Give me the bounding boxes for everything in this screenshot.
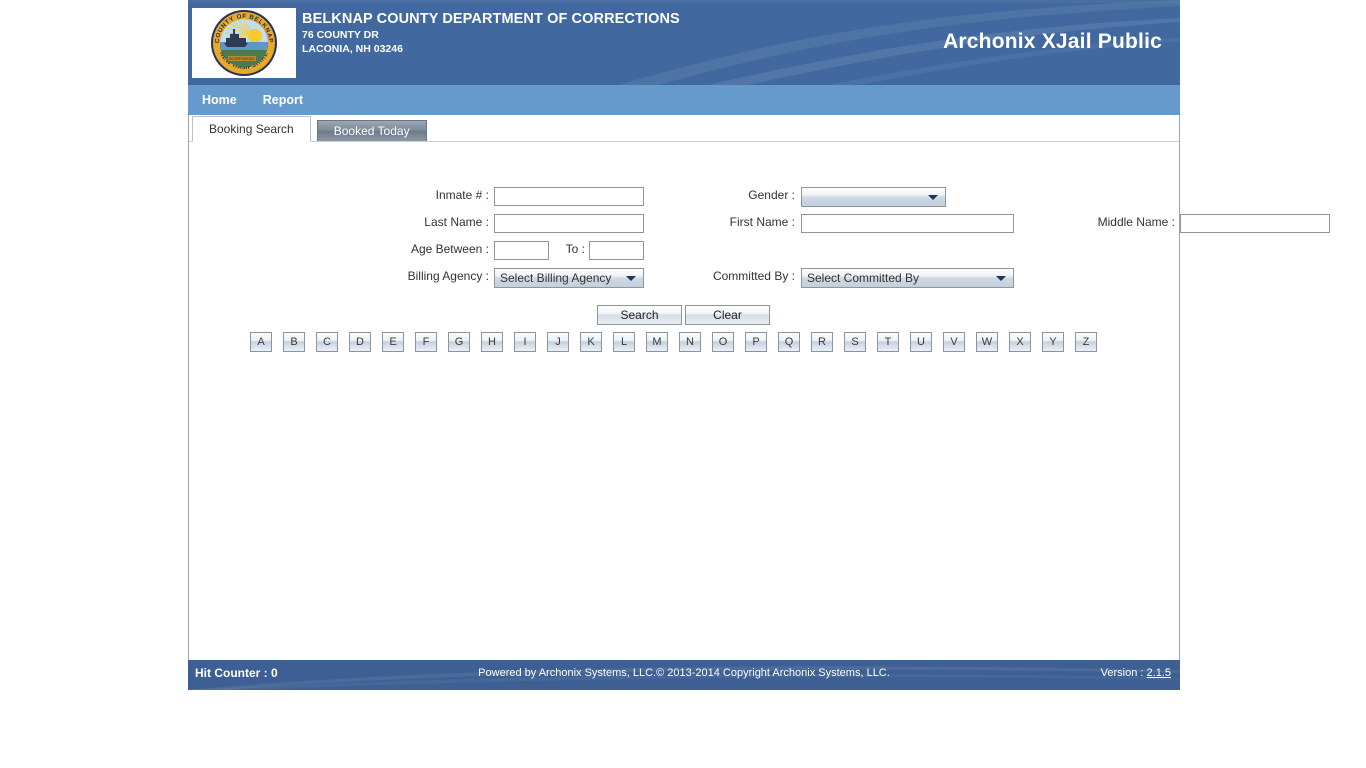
alpha-button-x[interactable]: X	[1009, 332, 1031, 352]
age-from-input[interactable]	[494, 241, 549, 260]
alpha-button-j[interactable]: J	[547, 332, 569, 352]
middle-name-label: Middle Name :	[1097, 215, 1175, 229]
tab-booked-today[interactable]: Booked Today	[316, 120, 427, 142]
version-info: Version : 2.1.5	[1101, 667, 1171, 679]
alpha-button-k[interactable]: K	[580, 332, 602, 352]
last-name-input[interactable]	[494, 214, 644, 233]
gender-label: Gender :	[748, 188, 795, 202]
alpha-button-s[interactable]: S	[844, 332, 866, 352]
alpha-button-m[interactable]: M	[646, 332, 668, 352]
nav-item-report[interactable]: Report	[263, 93, 303, 107]
page-container: COUNTY OF BELKNAP NEW HAMPSHIRE	[188, 0, 1330, 690]
alpha-button-h[interactable]: H	[481, 332, 503, 352]
seal-icon: COUNTY OF BELKNAP NEW HAMPSHIRE	[211, 10, 277, 76]
chevron-down-icon	[996, 276, 1006, 281]
middle-name-label-wrap: Middle Name :	[979, 215, 1175, 229]
alpha-button-z[interactable]: Z	[1075, 332, 1097, 352]
alpha-button-y[interactable]: Y	[1042, 332, 1064, 352]
application-title: Archonix XJail Public	[943, 30, 1162, 53]
organization-name: BELKNAP COUNTY DEPARTMENT OF CORRECTIONS	[302, 11, 680, 27]
county-seal-logo: COUNTY OF BELKNAP NEW HAMPSHIRE	[192, 8, 296, 78]
alpha-button-q[interactable]: Q	[778, 332, 800, 352]
organization-address-line2: LACONIA, NH 03246	[302, 43, 403, 55]
last-name-label: Last Name :	[424, 215, 489, 229]
chevron-down-icon	[928, 195, 938, 200]
age-to-input[interactable]	[589, 241, 644, 260]
alpha-button-l[interactable]: L	[613, 332, 635, 352]
first-name-label: First Name :	[729, 215, 795, 229]
powered-by-text: Powered by Archonix Systems, LLC.© 2013-…	[478, 667, 890, 679]
alpha-button-r[interactable]: R	[811, 332, 833, 352]
booking-search-panel: Inmate # : Gender : Last Name : First Na…	[189, 141, 1330, 660]
first-name-label-wrap: First Name :	[629, 215, 795, 229]
alpha-button-a[interactable]: A	[250, 332, 272, 352]
alpha-button-i[interactable]: I	[514, 332, 536, 352]
alpha-button-f[interactable]: F	[415, 332, 437, 352]
search-button[interactable]: Search	[597, 305, 682, 325]
last-name-label-wrap: Last Name :	[367, 215, 489, 229]
alpha-button-o[interactable]: O	[712, 332, 734, 352]
alpha-button-b[interactable]: B	[283, 332, 305, 352]
clear-button[interactable]: Clear	[685, 305, 770, 325]
alpha-button-d[interactable]: D	[349, 332, 371, 352]
alpha-button-n[interactable]: N	[679, 332, 701, 352]
site-header: COUNTY OF BELKNAP NEW HAMPSHIRE	[188, 0, 1180, 85]
content-area: Booking Search Booked Today Inmate # : G…	[188, 115, 1330, 660]
committed-by-select-value: Select Committed By	[807, 271, 920, 285]
seal-scene-art: INCORPORATED	[220, 19, 268, 67]
age-to-label: To :	[565, 242, 585, 256]
alpha-button-v[interactable]: V	[943, 332, 965, 352]
booking-search-form: Inmate # : Gender : Last Name : First Na…	[189, 142, 1330, 660]
age-between-label: Age Between :	[410, 242, 489, 256]
alpha-button-u[interactable]: U	[910, 332, 932, 352]
committed-by-label-wrap: Committed By :	[589, 269, 795, 283]
alpha-button-c[interactable]: C	[316, 332, 338, 352]
nav-item-home[interactable]: Home	[202, 93, 237, 107]
version-label: Version :	[1100, 667, 1147, 679]
organization-address-line1: 76 COUNTY DR	[302, 29, 379, 41]
site-footer: Hit Counter : 0 Powered by Archonix Syst…	[188, 660, 1180, 690]
version-number: 2.1.5	[1146, 667, 1171, 679]
inmate-number-label: Inmate # :	[435, 188, 489, 202]
alphabet-filter: A B C D E F G H I J K L M N O P Q R S T …	[250, 332, 1097, 352]
alpha-button-g[interactable]: G	[448, 332, 470, 352]
header-text-block: BELKNAP COUNTY DEPARTMENT OF CORRECTIONS…	[302, 10, 680, 56]
svg-text:INCORPORATED: INCORPORATED	[229, 57, 255, 61]
inmate-number-label-wrap: Inmate # :	[367, 188, 489, 202]
tab-strip: Booking Search Booked Today	[189, 115, 1179, 142]
tab-booking-search[interactable]: Booking Search	[192, 116, 311, 142]
middle-name-input[interactable]	[1180, 214, 1330, 233]
inmate-number-input[interactable]	[494, 187, 644, 206]
alpha-button-w[interactable]: W	[976, 332, 998, 352]
alpha-button-e[interactable]: E	[382, 332, 404, 352]
gender-label-wrap: Gender :	[629, 188, 795, 202]
committed-by-label: Committed By :	[712, 269, 795, 283]
billing-agency-label: Billing Agency :	[407, 269, 489, 283]
main-navigation: Home Report	[188, 85, 1180, 115]
alpha-button-t[interactable]: T	[877, 332, 899, 352]
gender-select[interactable]	[801, 187, 946, 207]
alpha-button-p[interactable]: P	[745, 332, 767, 352]
age-to-label-wrap: To :	[551, 242, 585, 256]
committed-by-select[interactable]: Select Committed By	[801, 268, 1014, 288]
billing-agency-label-wrap: Billing Agency :	[367, 269, 489, 283]
age-between-label-wrap: Age Between :	[367, 242, 489, 256]
seal-inner-scene: INCORPORATED	[220, 19, 268, 67]
